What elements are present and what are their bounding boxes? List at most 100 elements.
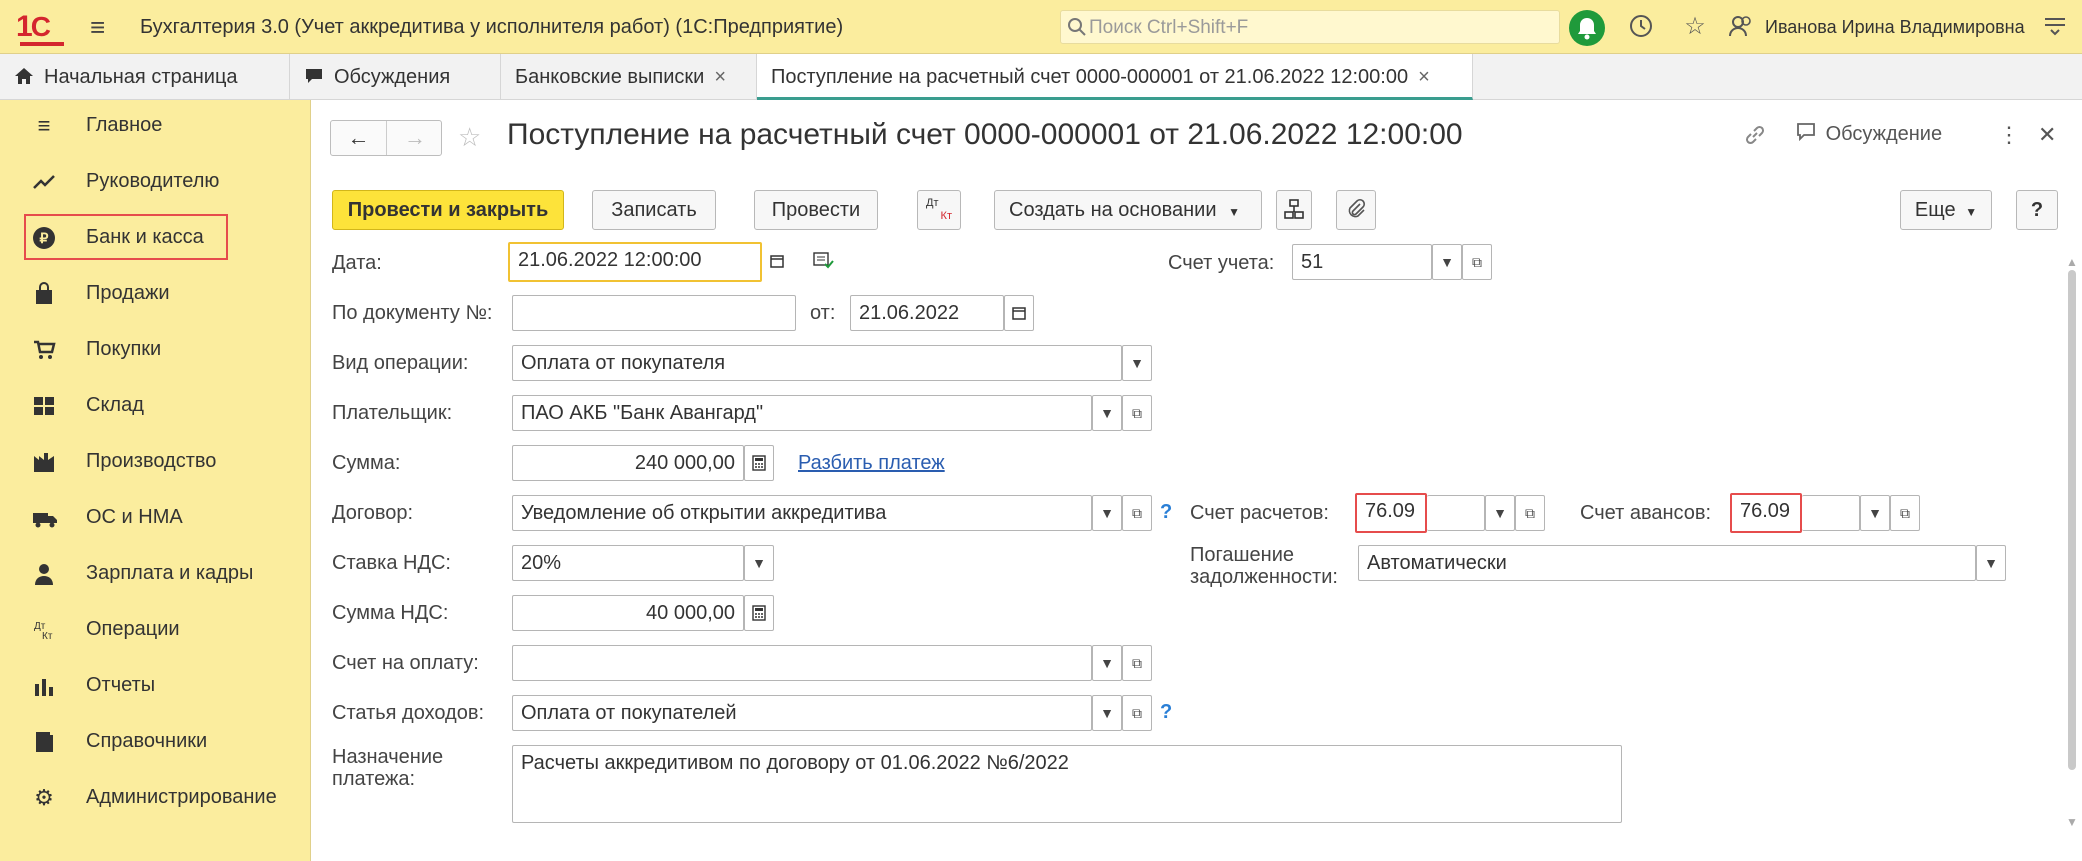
sidebar-item-purchases[interactable]: Покупки — [0, 324, 311, 380]
scroll-down-arrow-icon[interactable]: ▼ — [2066, 815, 2078, 829]
history-icon[interactable] — [1626, 12, 1656, 42]
open-icon[interactable]: ⧉ — [1122, 495, 1152, 531]
dropdown-arrow-icon[interactable]: ▼ — [1092, 495, 1122, 531]
settle-account-field-rest[interactable] — [1427, 495, 1485, 531]
dropdown-arrow-icon[interactable]: ▼ — [1976, 545, 2006, 581]
sidebar-item-warehouse[interactable]: Склад — [0, 380, 311, 436]
purpose-label: Назначение платежа: — [332, 746, 443, 790]
sidebar-item-main[interactable]: ≡ Главное — [0, 100, 311, 156]
scroll-up-arrow-icon[interactable]: ▲ — [2066, 255, 2078, 269]
settle-account-label: Счет расчетов: — [1190, 502, 1329, 524]
notifications-bell-icon[interactable] — [1569, 10, 1605, 46]
sum-field[interactable]: 240 000,00 — [512, 445, 744, 481]
invoice-field[interactable] — [512, 645, 1092, 681]
open-icon[interactable]: ⧉ — [1122, 695, 1152, 731]
tab-home-label: Начальная страница — [44, 66, 238, 88]
dropdown-arrow-icon[interactable]: ▼ — [1122, 345, 1152, 381]
structure-icon[interactable] — [1276, 190, 1312, 230]
income-item-field[interactable]: Оплата от покупателей — [512, 695, 1092, 731]
purpose-textarea[interactable]: Расчеты аккредитивом по договору от 01.0… — [512, 745, 1622, 823]
back-arrow-icon[interactable]: ← — [331, 121, 387, 155]
more-button[interactable]: Еще ▼ — [1900, 190, 1992, 230]
sidebar-item-sales[interactable]: Продажи — [0, 268, 311, 324]
advance-account-field-rest[interactable] — [1802, 495, 1860, 531]
split-payment-link[interactable]: Разбить платеж — [798, 452, 945, 475]
save-button[interactable]: Записать — [592, 190, 716, 230]
dropdown-arrow-icon[interactable]: ▼ — [1092, 645, 1122, 681]
tab-bank-statements[interactable]: Банковские выписки × — [501, 54, 757, 100]
calendar-icon[interactable] — [1004, 295, 1034, 331]
sidebar-item-production[interactable]: Производство — [0, 436, 311, 492]
favorite-star-icon[interactable]: ☆ — [458, 122, 481, 153]
calculator-icon[interactable] — [744, 595, 774, 631]
document-status-icon[interactable] — [808, 244, 838, 280]
sidebar-item-manager[interactable]: Руководителю — [0, 156, 311, 212]
contract-label: Договор: — [332, 502, 414, 524]
vat-rate-field[interactable]: 20% — [512, 545, 744, 581]
dropdown-arrow-icon[interactable]: ▼ — [1092, 395, 1122, 431]
dropdown-arrow-icon[interactable]: ▼ — [1860, 495, 1890, 531]
docnum-field[interactable] — [512, 295, 796, 331]
sidebar-item-operations[interactable]: Дт Кт Операции — [0, 604, 311, 660]
open-icon[interactable]: ⧉ — [1890, 495, 1920, 531]
dt-kt-button[interactable]: Дт Кт — [917, 190, 961, 230]
calculator-icon[interactable] — [744, 445, 774, 481]
help-question-icon[interactable]: ? — [1160, 501, 1172, 524]
close-tab-icon[interactable]: × — [714, 66, 726, 88]
sidebar-item-salary[interactable]: Зарплата и кадры — [0, 548, 311, 604]
post-and-close-button[interactable]: Провести и закрыть — [332, 190, 564, 230]
optype-field[interactable]: Оплата от покупателя — [512, 345, 1122, 381]
help-question-icon[interactable]: ? — [1160, 701, 1172, 724]
forward-arrow-icon[interactable]: → — [387, 121, 443, 155]
scrollbar[interactable] — [2068, 270, 2076, 770]
link-icon[interactable] — [1742, 122, 1768, 154]
favorites-star-icon[interactable]: ☆ — [1680, 12, 1710, 42]
settings-menu-icon[interactable] — [2040, 12, 2070, 42]
post-button[interactable]: Провести — [754, 190, 878, 230]
dropdown-arrow-icon[interactable]: ▼ — [1092, 695, 1122, 731]
dropdown-arrow-icon[interactable]: ▼ — [1485, 495, 1515, 531]
open-icon[interactable]: ⧉ — [1122, 395, 1152, 431]
gear-icon: ⚙ — [34, 785, 54, 810]
open-icon[interactable]: ⧉ — [1515, 495, 1545, 531]
close-icon[interactable]: ✕ — [2038, 122, 2056, 148]
repay-field[interactable]: Автоматически — [1358, 545, 1976, 581]
open-icon[interactable]: ⧉ — [1462, 244, 1492, 280]
account-field[interactable]: 51 — [1292, 244, 1432, 280]
help-button[interactable]: ? — [2016, 190, 2058, 230]
sidebar-item-bank[interactable]: ₽ Банк и касса — [0, 212, 311, 268]
app-logo[interactable]: 1С — [16, 10, 51, 44]
attachment-icon[interactable] — [1336, 190, 1376, 230]
discussion-button[interactable]: Обсуждение — [1796, 122, 1942, 146]
repay-label: Погашение задолженности: — [1190, 544, 1338, 588]
date-field[interactable]: 21.06.2022 12:00:00 — [508, 242, 762, 282]
dropdown-arrow-icon: ▼ — [1228, 205, 1240, 219]
more-vertical-icon[interactable]: ⋮ — [1998, 122, 2020, 148]
hamburger-menu-icon[interactable]: ≡ — [90, 12, 105, 43]
vat-sum-field[interactable]: 40 000,00 — [512, 595, 744, 631]
advance-account-label: Счет авансов: — [1580, 502, 1712, 524]
from-date-field[interactable]: 21.06.2022 — [850, 295, 1004, 331]
dropdown-arrow-icon[interactable]: ▼ — [1432, 244, 1462, 280]
contract-field[interactable]: Уведомление об открытии аккредитива — [512, 495, 1092, 531]
calendar-icon[interactable] — [762, 244, 792, 280]
sidebar-item-references[interactable]: Справочники — [0, 716, 311, 772]
current-user[interactable]: Иванова Ирина Владимировна — [1765, 17, 2025, 38]
tab-receipt-document[interactable]: Поступление на расчетный счет 0000-00000… — [757, 54, 1473, 100]
open-icon[interactable]: ⧉ — [1122, 645, 1152, 681]
sidebar-item-reports[interactable]: Отчеты — [0, 660, 311, 716]
repay-label-line2: задолженности: — [1190, 566, 1338, 588]
advance-account-field[interactable]: 76.09 — [1730, 493, 1802, 533]
settle-account-field[interactable]: 76.09 — [1355, 493, 1427, 533]
sidebar-item-admin[interactable]: ⚙ Администрирование — [0, 772, 311, 828]
sidebar-item-label: Банк и касса — [86, 226, 204, 248]
tab-discussions[interactable]: Обсуждения — [290, 54, 501, 100]
payer-field[interactable]: ПАО АКБ "Банк Авангард" — [512, 395, 1092, 431]
search-input[interactable]: Поиск Ctrl+Shift+F — [1060, 10, 1560, 44]
sidebar-item-fixed-assets[interactable]: ОС и НМА — [0, 492, 311, 548]
tab-home[interactable]: Начальная страница — [0, 54, 290, 100]
close-tab-icon[interactable]: × — [1418, 66, 1430, 88]
dropdown-arrow-icon[interactable]: ▼ — [744, 545, 774, 581]
users-icon[interactable] — [1726, 12, 1756, 42]
create-based-on-button[interactable]: Создать на основании ▼ — [994, 190, 1262, 230]
